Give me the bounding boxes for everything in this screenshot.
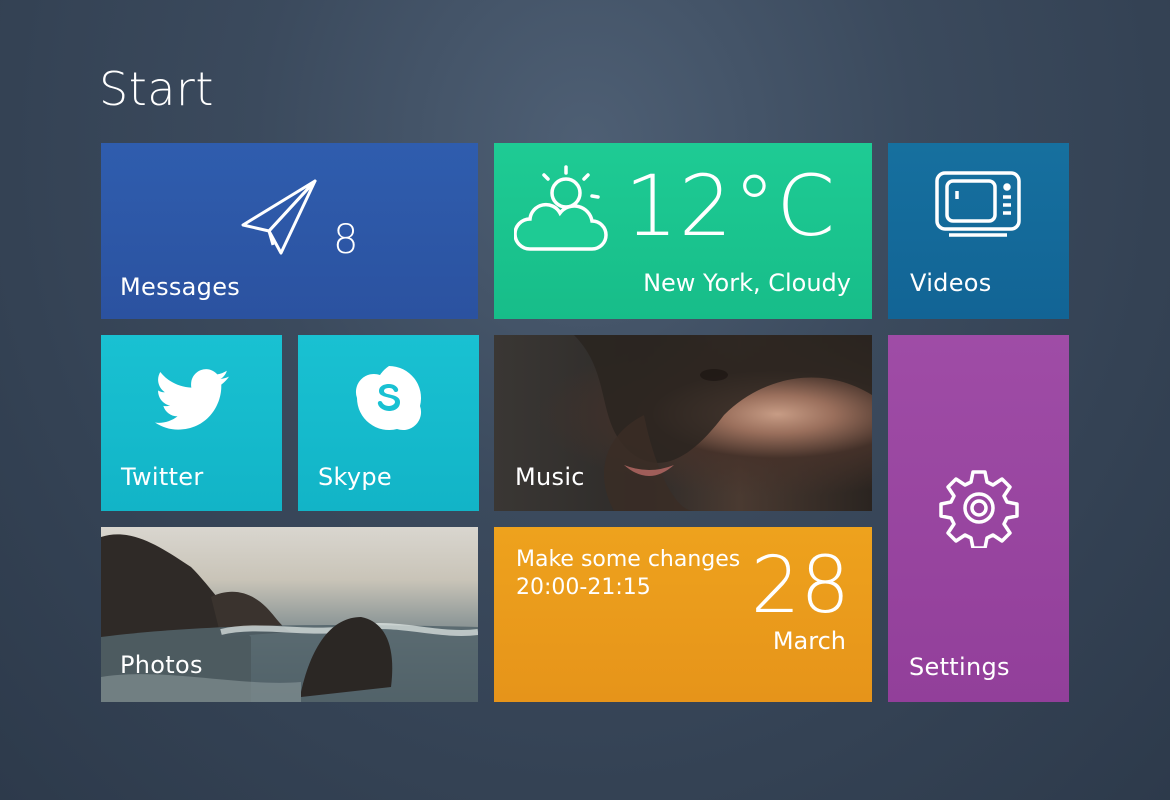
tile-music[interactable]: Music	[494, 335, 872, 511]
tile-twitter[interactable]: Twitter	[101, 335, 282, 511]
tile-label-videos: Videos	[910, 269, 992, 297]
gear-icon	[939, 470, 1019, 548]
paper-plane-icon	[241, 179, 317, 255]
tile-label-twitter: Twitter	[121, 463, 204, 491]
tile-label-photos: Photos	[120, 651, 203, 679]
tile-messages[interactable]: 8 Messages	[101, 143, 478, 319]
calendar-month: March	[772, 627, 846, 655]
tile-skype[interactable]: Skype	[298, 335, 479, 511]
tv-icon	[935, 171, 1021, 237]
tile-videos[interactable]: Videos	[888, 143, 1069, 319]
tile-label-messages: Messages	[120, 273, 241, 301]
message-count: 8	[333, 217, 359, 263]
calendar-event-title: Make some changes	[516, 547, 741, 572]
calendar-day: 28	[750, 541, 850, 631]
tile-weather[interactable]: 12°C New York, Cloudy	[494, 143, 872, 319]
skype-icon	[355, 366, 422, 431]
tile-settings[interactable]: Settings	[888, 335, 1069, 702]
weather-temperature: 12°C	[624, 157, 836, 255]
page-title: Start	[99, 62, 214, 116]
tile-label-music: Music	[515, 463, 585, 491]
calendar-event: Make some changes 20:00-21:15	[516, 546, 740, 602]
tile-label-settings: Settings	[909, 653, 1010, 681]
partly-cloudy-icon	[514, 165, 608, 251]
twitter-bird-icon	[155, 369, 229, 430]
tile-label-skype: Skype	[318, 463, 392, 491]
calendar-event-time: 20:00-21:15	[516, 575, 651, 600]
tile-calendar[interactable]: Make some changes 20:00-21:15 28 March	[494, 527, 872, 702]
weather-location: New York, Cloudy	[643, 269, 851, 297]
tile-photos[interactable]: Photos	[101, 527, 478, 702]
